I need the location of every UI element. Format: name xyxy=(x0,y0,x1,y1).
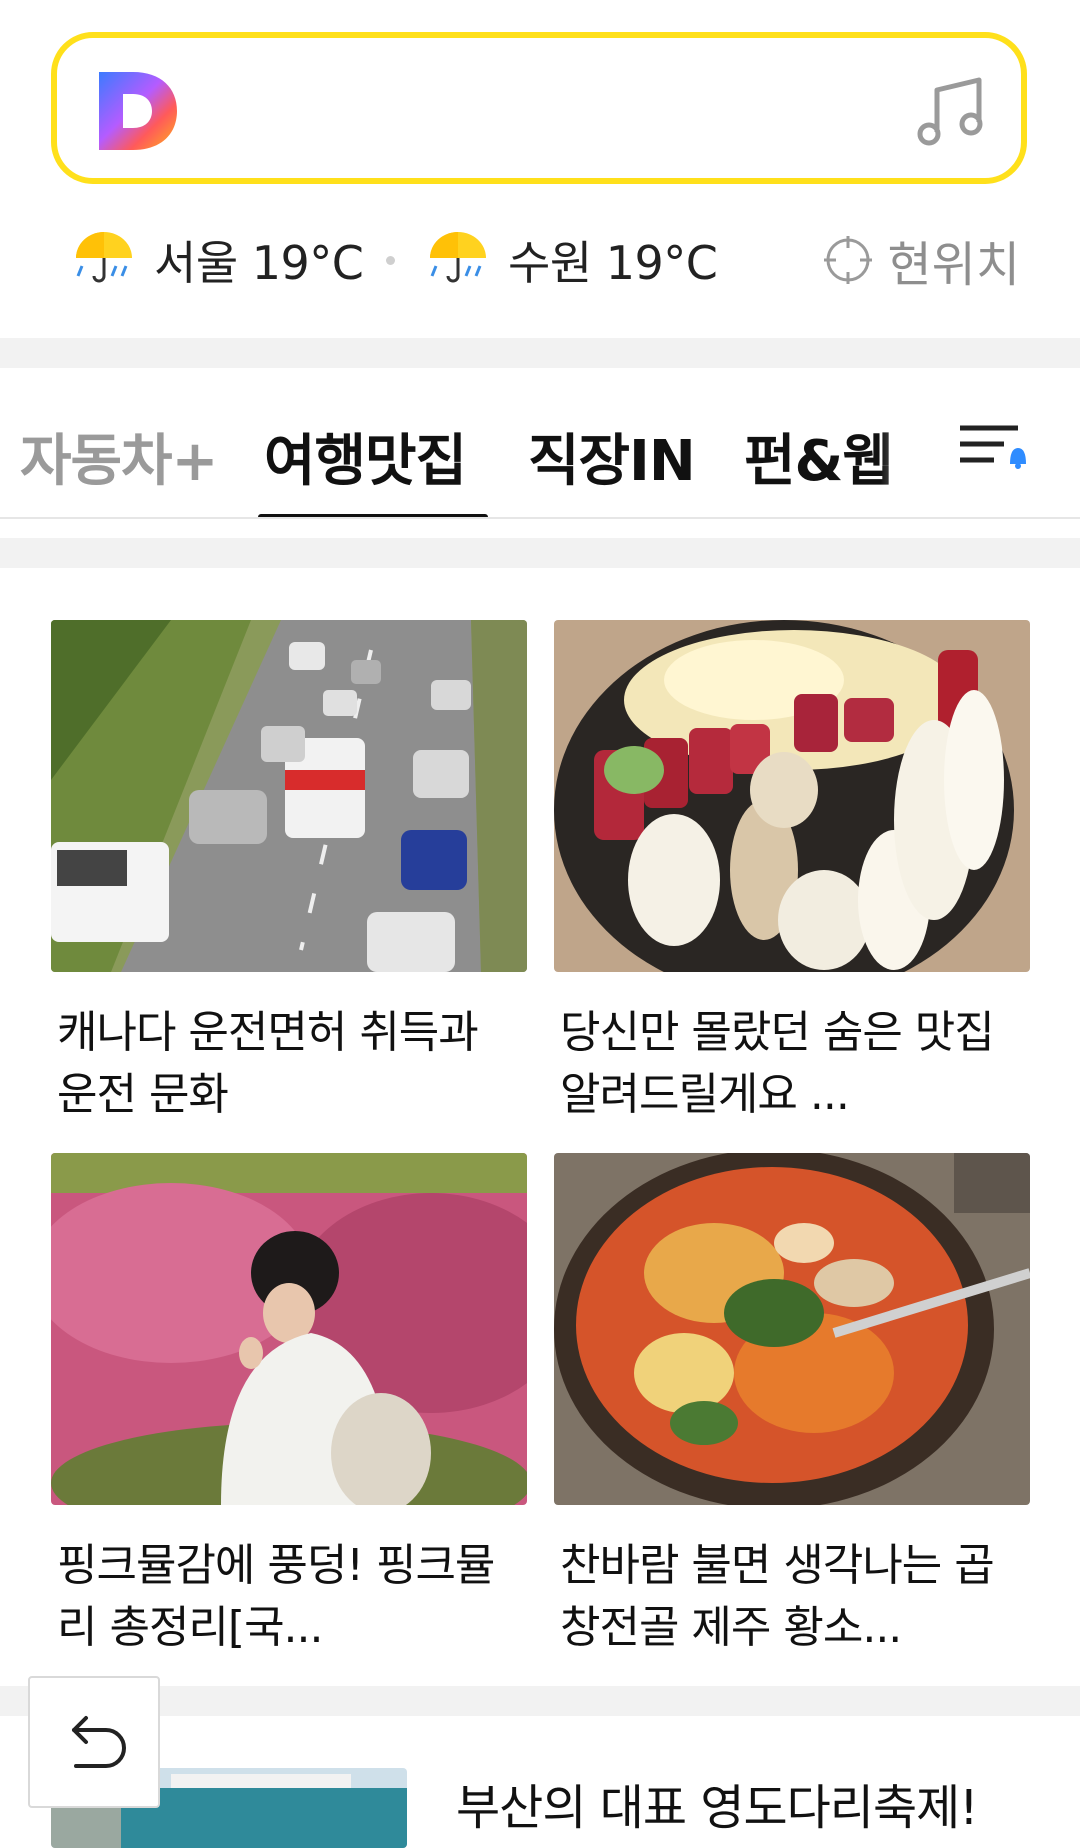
tabs-border xyxy=(0,517,1080,519)
undo-arrow-icon xyxy=(72,1716,126,1768)
location-target-icon xyxy=(823,236,872,284)
weather-seoul[interactable]: 서울 19°C xyxy=(72,224,364,296)
article-card[interactable]: 캐나다 운전면허 취득과 운전 문화 xyxy=(51,620,527,1120)
music-search-icon[interactable] xyxy=(915,74,987,150)
section-divider xyxy=(0,338,1080,368)
search-bar[interactable] xyxy=(51,32,1027,184)
daum-logo-icon xyxy=(99,72,177,150)
article-thumbnail-stew xyxy=(554,1153,1030,1505)
weather-bar: 서울 19°C 수원 19°C 현위치 xyxy=(0,224,1080,296)
article-thumbnail-food xyxy=(554,620,1030,972)
article-title: 핑크뮬감에 풍덩! 핑크뮬리 총정리[국... xyxy=(57,1540,495,1653)
tab-work[interactable]: 직장IN xyxy=(528,416,696,497)
article-title[interactable]: 부산의 대표 영도다리축제! xyxy=(456,1768,979,1838)
article-title: 당신만 몰랐던 숨은 맛집 알려드릴게요 ... xyxy=(560,1007,995,1120)
article-card[interactable]: 당신만 몰랐던 숨은 맛집 알려드릴게요 ... xyxy=(554,620,1030,1120)
category-tabs: 자동차+ 여행맛집 직장IN 펀&웹 xyxy=(0,368,1080,518)
weather-seoul-text: 서울 19°C xyxy=(154,236,364,290)
tab-fun-web[interactable]: 펀&웹 xyxy=(744,416,894,497)
tab-car[interactable]: 자동차+ xyxy=(20,416,218,497)
article-title: 찬바람 불면 생각나는 곱창전골 제주 황소... xyxy=(560,1540,995,1653)
weather-suwon[interactable]: 수원 19°C xyxy=(426,224,718,296)
separator-dot xyxy=(386,256,395,265)
section-divider xyxy=(0,538,1080,568)
tab-menu-icon[interactable] xyxy=(954,418,1034,478)
back-button[interactable] xyxy=(28,1676,160,1808)
tab-travel-food[interactable]: 여행맛집 xyxy=(264,416,467,497)
article-thumbnail-pink-muhly xyxy=(51,1153,527,1505)
article-card[interactable]: 핑크뮬감에 풍덩! 핑크뮬리 총정리[국... xyxy=(51,1153,527,1653)
current-location-button[interactable]: 현위치 xyxy=(822,224,1020,296)
article-thumbnail-traffic xyxy=(51,620,527,972)
location-label: 현위치 xyxy=(887,237,1020,293)
article-card[interactable]: 찬바람 불면 생각나는 곱창전골 제주 황소... xyxy=(554,1153,1030,1653)
rain-umbrella-icon xyxy=(430,232,486,283)
rain-umbrella-icon xyxy=(76,232,132,283)
tab-fade-overlay xyxy=(880,388,960,498)
article-title: 캐나다 운전면허 취득과 운전 문화 xyxy=(57,1007,479,1120)
section-divider xyxy=(0,1686,1080,1716)
weather-suwon-text: 수원 19°C xyxy=(508,236,718,290)
